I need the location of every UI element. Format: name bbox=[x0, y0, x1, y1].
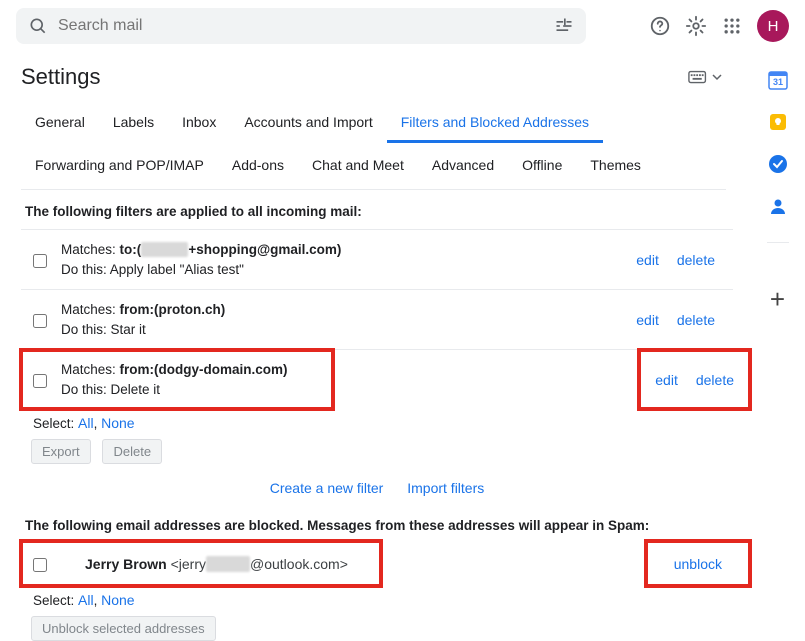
filter-row: Matches: to:(xxxxxx+shopping@gmail.com) … bbox=[21, 229, 733, 289]
page-title: Settings bbox=[21, 64, 101, 90]
add-icon[interactable]: + bbox=[770, 284, 785, 315]
filter-actions-highlighted: edit delete bbox=[639, 350, 750, 409]
search-icon bbox=[28, 16, 48, 36]
filter-actions: edit delete bbox=[636, 312, 715, 328]
dothis-text: Do this: Apply label "Alias test" bbox=[61, 260, 622, 280]
filter-checkbox[interactable] bbox=[33, 314, 47, 328]
export-button[interactable]: Export bbox=[31, 439, 91, 464]
blocked-intro: The following email addresses are blocke… bbox=[21, 504, 741, 541]
unblock-highlighted: unblock bbox=[646, 541, 750, 586]
help-icon[interactable] bbox=[649, 15, 671, 37]
tab-addons[interactable]: Add-ons bbox=[218, 149, 298, 183]
filter-body: Matches: from:(dodgy-domain.com) Do this… bbox=[61, 360, 315, 399]
calendar-icon[interactable]: 31 bbox=[768, 70, 788, 90]
delete-button[interactable]: Delete bbox=[102, 439, 162, 464]
matches-value-prefix: to:( bbox=[120, 242, 142, 257]
filter-row-highlighted: Matches: from:(dodgy-domain.com) Do this… bbox=[21, 350, 333, 409]
svg-text:31: 31 bbox=[772, 77, 782, 87]
blocked-email-suffix: @outlook.com> bbox=[250, 556, 348, 572]
edit-link[interactable]: edit bbox=[636, 252, 659, 268]
tune-icon[interactable] bbox=[554, 16, 574, 36]
create-filter-link[interactable]: Create a new filter bbox=[270, 480, 384, 496]
blocked-buttons: Unblock selected addresses bbox=[21, 612, 750, 641]
dothis-text: Do this: Star it bbox=[61, 320, 622, 340]
input-tools-button[interactable] bbox=[688, 70, 722, 84]
edit-link[interactable]: edit bbox=[655, 372, 678, 388]
tab-labels[interactable]: Labels bbox=[99, 106, 168, 143]
tab-themes[interactable]: Themes bbox=[576, 149, 655, 183]
tab-filters[interactable]: Filters and Blocked Addresses bbox=[387, 106, 603, 143]
create-import-line: Create a new filter Import filters bbox=[21, 464, 733, 504]
avatar[interactable]: H bbox=[757, 10, 789, 42]
unblock-selected-button[interactable]: Unblock selected addresses bbox=[31, 616, 216, 641]
matches-label: Matches: bbox=[61, 242, 120, 257]
contacts-icon[interactable] bbox=[768, 196, 788, 216]
side-panel: 31 + bbox=[750, 52, 805, 641]
blocked-name: Jerry Brown <jerryxxxxxx@outlook.com> bbox=[67, 556, 348, 572]
keep-icon[interactable] bbox=[768, 112, 788, 132]
redacted-text: xxxxxx bbox=[206, 556, 250, 572]
blocked-checkbox[interactable] bbox=[33, 558, 47, 572]
blocked-name-text: Jerry Brown bbox=[85, 556, 167, 572]
blocked-row-highlighted: Jerry Brown <jerryxxxxxx@outlook.com> bbox=[21, 541, 381, 586]
settings-tabs-row2: Forwarding and POP/IMAP Add-ons Chat and… bbox=[21, 143, 726, 190]
select-none-link[interactable]: None bbox=[101, 592, 134, 608]
filter-body: Matches: from:(proton.ch) Do this: Star … bbox=[61, 300, 622, 339]
filter-buttons: Export Delete bbox=[21, 435, 750, 464]
select-all-link[interactable]: All bbox=[78, 415, 94, 431]
blocked-email-prefix: <jerry bbox=[167, 556, 206, 572]
settings-bar: Settings bbox=[21, 56, 750, 98]
select-label: Select: bbox=[33, 416, 78, 431]
matches-label: Matches: bbox=[61, 362, 120, 377]
tasks-icon[interactable] bbox=[768, 154, 788, 174]
filter-checkbox[interactable] bbox=[33, 254, 47, 268]
select-all-link[interactable]: All bbox=[78, 592, 94, 608]
import-filters-link[interactable]: Import filters bbox=[407, 480, 484, 496]
select-line: Select: All, None bbox=[21, 409, 750, 435]
apps-icon[interactable] bbox=[721, 15, 743, 37]
tab-accounts[interactable]: Accounts and Import bbox=[230, 106, 386, 143]
tab-inbox[interactable]: Inbox bbox=[168, 106, 230, 143]
delete-link[interactable]: delete bbox=[677, 252, 715, 268]
filter-body: Matches: to:(xxxxxx+shopping@gmail.com) … bbox=[61, 240, 622, 279]
search-bar[interactable] bbox=[16, 8, 586, 44]
filter-row: Matches: from:(proton.ch) Do this: Star … bbox=[21, 289, 733, 349]
matches-value: from:(dodgy-domain.com) bbox=[120, 362, 288, 377]
header-icons: H bbox=[649, 10, 789, 42]
tab-forwarding[interactable]: Forwarding and POP/IMAP bbox=[21, 149, 218, 183]
search-input[interactable] bbox=[48, 17, 554, 35]
filter-checkbox[interactable] bbox=[33, 374, 47, 388]
delete-link[interactable]: delete bbox=[677, 312, 715, 328]
redacted-text: xxxxxx bbox=[141, 242, 188, 257]
select-none-link[interactable]: None bbox=[101, 415, 134, 431]
tab-offline[interactable]: Offline bbox=[508, 149, 576, 183]
tab-chat[interactable]: Chat and Meet bbox=[298, 149, 418, 183]
unblock-link[interactable]: unblock bbox=[674, 556, 722, 572]
dothis-text: Do this: Delete it bbox=[61, 380, 315, 400]
filter-actions: edit delete bbox=[636, 252, 715, 268]
header: H bbox=[0, 0, 805, 52]
gear-icon[interactable] bbox=[685, 15, 707, 37]
matches-value-suffix: +shopping@gmail.com) bbox=[188, 242, 341, 257]
blocked-select-line: Select: All, None bbox=[21, 586, 750, 612]
delete-link[interactable]: delete bbox=[696, 372, 734, 388]
edit-link[interactable]: edit bbox=[636, 312, 659, 328]
settings-tabs: General Labels Inbox Accounts and Import… bbox=[21, 98, 726, 143]
matches-label: Matches: bbox=[61, 302, 120, 317]
tab-general[interactable]: General bbox=[21, 106, 99, 143]
tab-advanced[interactable]: Advanced bbox=[418, 149, 508, 183]
select-label: Select: bbox=[33, 593, 78, 608]
matches-value: from:(proton.ch) bbox=[120, 302, 226, 317]
filters-intro: The following filters are applied to all… bbox=[21, 190, 750, 229]
